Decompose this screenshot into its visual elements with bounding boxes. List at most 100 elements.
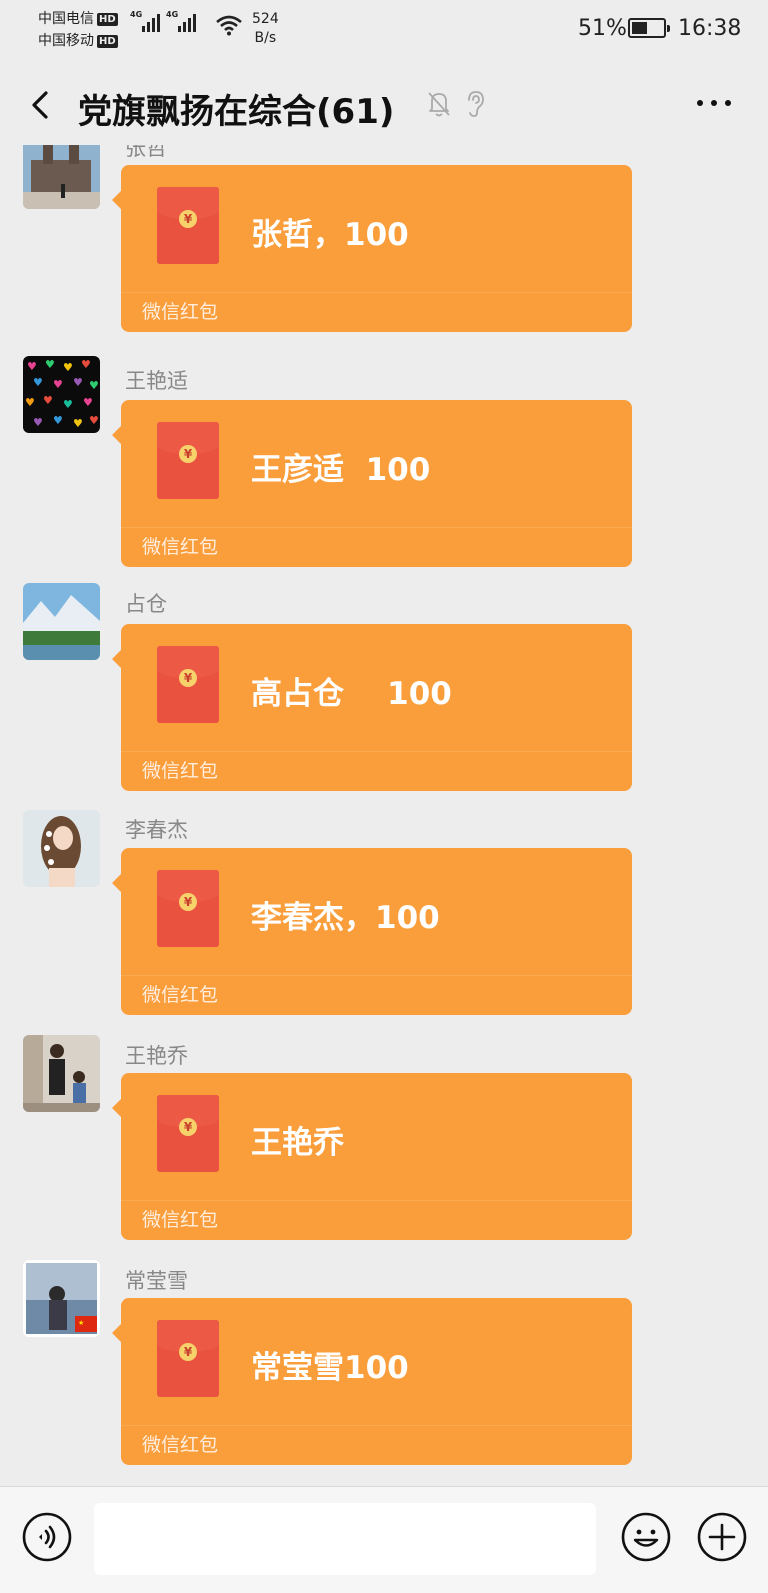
svg-text:♥: ♥ xyxy=(63,398,73,411)
red-packet[interactable]: ¥ 常莹雪100 微信红包 xyxy=(112,1298,632,1465)
emoji-icon xyxy=(621,1512,671,1562)
wifi-icon xyxy=(216,15,242,36)
carrier-2: 中国移动 xyxy=(38,33,94,49)
message-item: ★ 常莹雪 ¥ 常莹雪100 微信红包 xyxy=(0,1260,768,1465)
avatar-girl-flowers xyxy=(23,810,100,887)
red-packet-greeting: 张哲，100 xyxy=(251,217,409,253)
net-speed-value: 524 xyxy=(252,11,279,27)
red-envelope-icon: ¥ xyxy=(157,187,219,264)
net-speed-unit: B/s xyxy=(254,30,277,46)
svg-text:♥: ♥ xyxy=(73,417,83,430)
svg-text:★: ★ xyxy=(78,1319,84,1327)
avatar[interactable] xyxy=(23,145,100,209)
chat-title: 党旗飘扬在综合(61) xyxy=(78,92,395,132)
network-type-1: 4G xyxy=(130,10,143,19)
signal-icon: 4G xyxy=(166,10,196,32)
back-button[interactable] xyxy=(20,80,60,130)
avatar[interactable] xyxy=(23,583,100,660)
red-packet-label: 微信红包 xyxy=(142,1209,219,1231)
signal-icon: 4G xyxy=(130,10,160,32)
red-packet[interactable]: ¥ 张哲，100 微信红包 xyxy=(112,165,632,332)
more-functions-button[interactable] xyxy=(696,1511,748,1563)
input-bar xyxy=(0,1486,768,1593)
avatar[interactable] xyxy=(23,810,100,887)
chat-header: 党旗飘扬在综合(61) xyxy=(0,70,768,140)
svg-text:♥: ♥ xyxy=(73,376,83,389)
avatar[interactable]: ★ xyxy=(23,1260,100,1337)
avatar-hearts: ♥ ♥ ♥ ♥ ♥ ♥ ♥ ♥ ♥ ♥ ♥ ♥ ♥ ♥ ♥ ♥ xyxy=(23,356,100,433)
plus-icon xyxy=(697,1512,747,1562)
emoji-button[interactable] xyxy=(620,1511,672,1563)
message-list[interactable]: 张哲 ¥ 张哲，100 微信红包 ♥ ♥ ♥ ♥ ♥ ♥ ♥ ♥ ♥ ♥ ♥ ♥ ♥ ♥ ♥ ♥ 王艳适… xyxy=(0,145,768,1485)
carrier-1: 中国电信 xyxy=(38,11,94,27)
red-packet-label: 微信红包 xyxy=(142,536,219,558)
clock: 16:38 xyxy=(678,16,742,41)
avatar-family-photo xyxy=(23,1035,100,1112)
svg-text:♥: ♥ xyxy=(43,394,53,407)
message-item: ♥ ♥ ♥ ♥ ♥ ♥ ♥ ♥ ♥ ♥ ♥ ♥ ♥ ♥ ♥ ♥ 王艳适 ¥ 王彦适 100 微信红包 xyxy=(0,356,768,567)
red-packet-label: 微信红包 xyxy=(142,1434,219,1456)
more-icon xyxy=(697,100,731,106)
sender-name: 占仓 xyxy=(125,592,167,616)
red-packet-label: 微信红包 xyxy=(142,760,219,782)
carrier-info: 中国电信 HD 中国移动 HD xyxy=(38,8,118,52)
red-packet[interactable]: ¥ 李春杰，100 微信红包 xyxy=(112,848,632,1015)
red-packet[interactable]: ¥ 王彦适 100 微信红包 xyxy=(112,400,632,567)
red-packet-greeting: 常莹雪100 xyxy=(251,1350,409,1386)
sender-name: 王艳乔 xyxy=(125,1044,188,1068)
svg-text:♥: ♥ xyxy=(27,360,37,373)
red-packet[interactable]: ¥ 王艳乔 微信红包 xyxy=(112,1073,632,1240)
svg-text:♥: ♥ xyxy=(53,378,63,391)
red-packet-label: 微信红包 xyxy=(142,301,219,323)
message-item: 李春杰 ¥ 李春杰，100 微信红包 xyxy=(0,810,768,1015)
more-button[interactable] xyxy=(690,88,740,118)
svg-text:♥: ♥ xyxy=(83,396,93,409)
avatar-sea-flag: ★ xyxy=(23,1260,100,1337)
red-envelope-icon: ¥ xyxy=(157,1095,219,1172)
hd-badge: HD xyxy=(97,34,118,48)
message-item: 王艳乔 ¥ 王艳乔 微信红包 xyxy=(0,1035,768,1240)
back-icon xyxy=(32,91,48,119)
svg-text:♥: ♥ xyxy=(45,358,55,371)
ear-icon xyxy=(468,91,484,117)
red-packet-greeting: 李春杰，100 xyxy=(251,900,440,936)
sender-name: 常莹雪 xyxy=(125,1269,188,1293)
red-packet-greeting: 王彦适 100 xyxy=(251,452,431,488)
red-envelope-icon: ¥ xyxy=(157,646,219,723)
svg-text:♥: ♥ xyxy=(63,361,73,374)
svg-text:♥: ♥ xyxy=(89,414,99,427)
avatar[interactable] xyxy=(23,1035,100,1112)
svg-text:♥: ♥ xyxy=(89,379,99,392)
status-bar: 中国电信 HD 中国移动 HD 4G 4G 524 B/s 51% 16:38 xyxy=(0,0,768,58)
avatar-building-photo xyxy=(23,145,100,209)
voice-icon xyxy=(22,1512,72,1562)
battery-percent: 51% xyxy=(578,16,627,41)
battery-icon xyxy=(628,18,670,38)
red-packet-greeting: 王艳乔 xyxy=(251,1125,344,1161)
red-envelope-icon: ¥ xyxy=(157,870,219,947)
sender-name: 王艳适 xyxy=(125,369,188,393)
red-packet-label: 微信红包 xyxy=(142,984,219,1006)
signal-icons: 4G 4G xyxy=(130,10,196,32)
svg-text:♥: ♥ xyxy=(53,414,63,427)
svg-text:♥: ♥ xyxy=(25,396,35,409)
message-input[interactable] xyxy=(94,1503,596,1575)
network-type-2: 4G xyxy=(166,10,179,19)
voice-button[interactable] xyxy=(21,1511,73,1563)
mute-bell-icon xyxy=(428,92,450,117)
avatar-mountain-lake xyxy=(23,583,100,660)
red-envelope-icon: ¥ xyxy=(157,422,219,499)
message-item: 张哲 ¥ 张哲，100 微信红包 xyxy=(0,145,768,332)
battery-fill xyxy=(632,22,648,34)
red-envelope-icon: ¥ xyxy=(157,1320,219,1397)
red-packet[interactable]: ¥ 高占仓 100 微信红包 xyxy=(112,624,632,791)
message-item: 占仓 ¥ 高占仓 100 微信红包 xyxy=(0,583,768,791)
svg-text:♥: ♥ xyxy=(33,376,43,389)
svg-text:♥: ♥ xyxy=(33,416,43,429)
hd-badge: HD xyxy=(97,12,118,26)
net-speed: 524 B/s xyxy=(252,10,279,48)
avatar[interactable]: ♥ ♥ ♥ ♥ ♥ ♥ ♥ ♥ ♥ ♥ ♥ ♥ ♥ ♥ ♥ ♥ xyxy=(23,356,100,433)
sender-name: 李春杰 xyxy=(125,818,188,842)
svg-text:♥: ♥ xyxy=(81,358,91,371)
red-packet-greeting: 高占仓 100 xyxy=(251,676,452,712)
